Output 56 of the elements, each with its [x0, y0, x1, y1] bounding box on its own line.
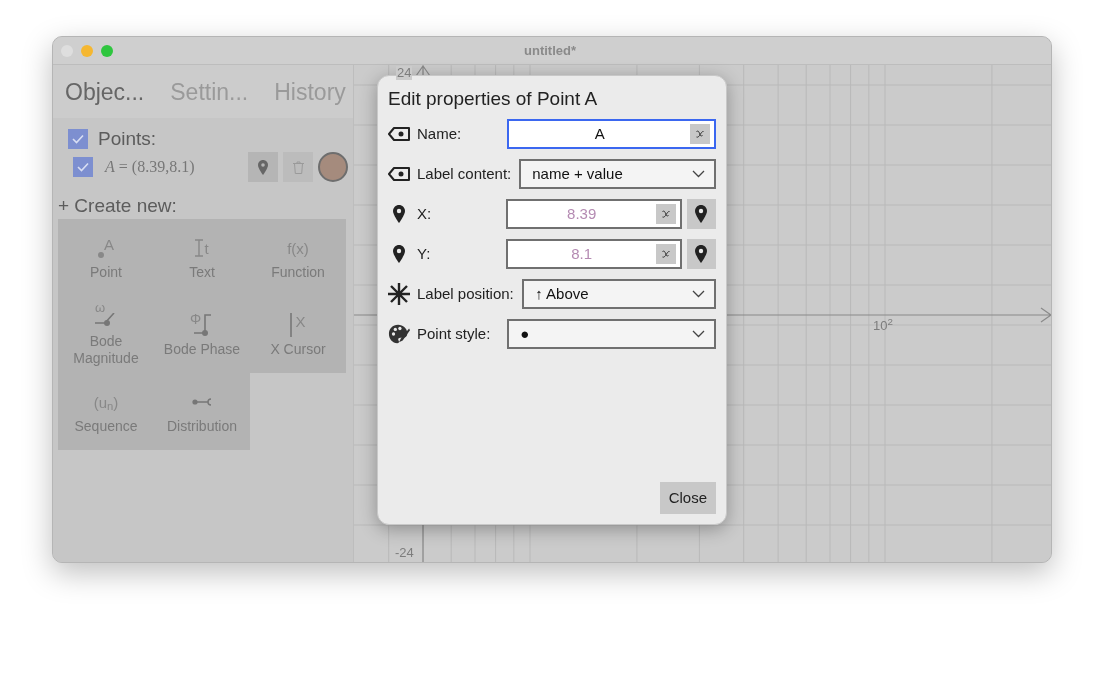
chevron-down-icon [692, 330, 705, 338]
number-field[interactable]: 8.1 [505, 239, 682, 269]
tag-icon [388, 167, 410, 181]
checkbox[interactable] [68, 129, 88, 149]
close-button[interactable]: Close [659, 482, 716, 514]
create-tool-button[interactable]: Distribution [154, 373, 250, 450]
field-label: Point style: [417, 323, 492, 344]
pin-icon [695, 205, 708, 223]
tab[interactable]: Objec... [65, 77, 145, 106]
axis-label: -24 [395, 546, 414, 560]
tool-label: Sequence [74, 418, 138, 435]
field-label: Label content: [417, 163, 513, 184]
point-expression: A = (8.39,8.1) [105, 157, 196, 178]
dialog-title: Edit properties of Point A [388, 88, 599, 110]
field-label: Label position: [417, 283, 515, 304]
pin-icon [695, 245, 708, 263]
tag-icon [388, 127, 410, 141]
axis-label: 10$^{2}$ [873, 319, 893, 333]
formula-icon [655, 244, 676, 264]
pin-icon [393, 205, 405, 223]
delete-button[interactable] [283, 152, 313, 182]
locate-button[interactable] [248, 152, 278, 182]
field-label: Y: [417, 243, 432, 264]
dropdown[interactable]: ↑ Above [522, 279, 716, 309]
trash-icon [292, 160, 304, 174]
field-label: X: [417, 203, 433, 224]
section-label: + Create new: [58, 195, 178, 217]
tool-label: Point [90, 264, 122, 281]
formula-icon [655, 204, 676, 224]
pin-icon [258, 159, 268, 175]
tool-label: Distribution [167, 418, 237, 435]
tool-label: Bode Phase [163, 341, 241, 358]
pick-point-button[interactable] [686, 199, 716, 229]
color-swatch[interactable] [318, 152, 348, 182]
tool-label: Function [271, 264, 325, 281]
distribution-icon [192, 398, 212, 406]
axis-label: 24 [396, 66, 413, 80]
dropdown[interactable]: name + value [519, 159, 716, 189]
pick-point-button[interactable] [686, 239, 716, 269]
text-field[interactable]: A [507, 119, 716, 149]
pin-icon [393, 245, 405, 263]
group-label: Points: [98, 126, 157, 151]
tool-label: Bode Magnitude [72, 332, 140, 367]
field-label: Name: [417, 123, 463, 144]
asterisk-icon [388, 283, 410, 305]
tool-label: Text [189, 264, 215, 281]
tool-label: X Cursor [270, 341, 326, 358]
checkbox[interactable] [73, 157, 93, 177]
palette-icon [388, 323, 410, 345]
window-title: untitled* [524, 41, 576, 60]
chevron-down-icon [692, 170, 705, 178]
dropdown[interactable]: ● [507, 319, 716, 349]
chevron-down-icon [692, 290, 705, 298]
number-field[interactable]: 8.39 [505, 199, 682, 229]
zoom-window-button[interactable] [101, 44, 113, 57]
formula-icon [690, 124, 710, 144]
